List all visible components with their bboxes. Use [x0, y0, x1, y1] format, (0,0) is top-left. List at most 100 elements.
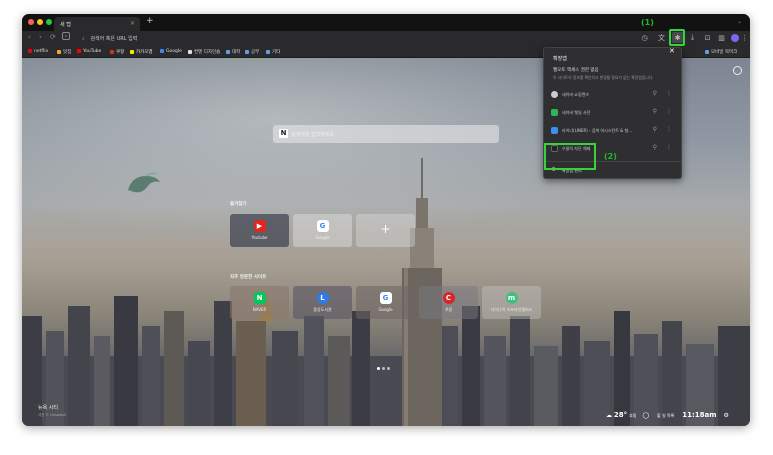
settings-gear-icon[interactable]: ⚙ [723, 412, 728, 419]
chat-bubble-icon[interactable] [733, 66, 742, 75]
bookmark-favicon-icon [130, 50, 134, 54]
bookmark-folder-study[interactable]: 공부 [245, 49, 259, 55]
pin-icon[interactable]: ⚲ [653, 144, 657, 151]
extension-item[interactable]: 네이버 쇼핑렌즈 ⚲ ⋮ [544, 87, 681, 103]
pin-icon[interactable]: ⚲ [653, 108, 657, 115]
tab-close-icon[interactable]: × [130, 20, 135, 27]
tile-label: 중앙도서관 [313, 307, 332, 312]
frequent-tile-naver[interactable]: N NAVER [230, 286, 289, 319]
weather-temp: 28° [613, 411, 628, 419]
youtube-icon: ▶ [253, 220, 266, 232]
tile-label: NAVER [252, 307, 267, 312]
frequent-tile-coupang[interactable]: C 쿠팡 [419, 286, 478, 319]
todo-label[interactable]: 할 일 목록 [657, 413, 674, 418]
close-window-button[interactable] [28, 19, 34, 25]
minimize-window-button[interactable] [37, 19, 43, 25]
bookmark-favicon-icon [28, 49, 32, 53]
browser-window: 새 탭 × + ⌄ ‹ › ⟳ ⌂ ⌕ 검색어 혹은 URL 입력 ◷ 文 ✱ … [22, 14, 750, 426]
extension-item[interactable]: 라이너(LINER) - 검색 어시스턴트 & 형... ⚲ ⋮ [544, 123, 681, 139]
omnibox[interactable]: ⌕ 검색어 혹은 URL 입력 [78, 33, 638, 43]
page-indicator [376, 355, 391, 374]
bookmark-youtube[interactable]: YouTube [77, 49, 101, 54]
bookmark-coupang[interactable]: 쿠팡 [110, 49, 124, 55]
annotation-box-manage [544, 143, 596, 170]
whale-logo-image [128, 172, 160, 193]
toolbar: ‹ › ⟳ ⌂ ⌕ 검색어 혹은 URL 입력 ◷ 文 ✱ ⤓ ⊡ ▥ ⋮ [22, 31, 750, 45]
extensions-panel-subtitle: 웹오토 액세스 권한 없음 [553, 68, 599, 73]
pin-icon[interactable]: ⚲ [653, 126, 657, 133]
folder-icon [245, 50, 249, 54]
favorite-tile-google[interactable]: G Google [293, 214, 352, 247]
capture-icon[interactable]: ⊡ [702, 32, 713, 43]
annotation-label-1: (1) [641, 18, 654, 27]
bookmark-favicon-icon [77, 49, 81, 53]
plus-icon: + [380, 222, 391, 236]
tab-list-chevron-icon[interactable]: ⌄ [737, 18, 742, 25]
bookmark-favicon-icon [188, 50, 192, 54]
page-dot[interactable] [377, 367, 380, 370]
history-clock-icon[interactable]: ◷ [639, 32, 650, 43]
back-button[interactable]: ‹ [28, 33, 31, 41]
naver-icon: N [253, 292, 266, 304]
extension-item[interactable]: 네이버 웨일 사전 ⚲ ⋮ [544, 105, 681, 121]
naver-logo-icon: N [279, 129, 288, 138]
background-location[interactable]: 뉴욕 시티 [38, 404, 58, 411]
extension-icon [551, 91, 558, 98]
forward-button[interactable]: › [39, 33, 42, 41]
frequent-tile-campus[interactable]: m 다이나믹 오프라인캠퍼스 [482, 286, 541, 319]
library-icon: L [316, 292, 329, 304]
bookmark-netflix[interactable]: netflix [28, 49, 48, 54]
tile-label: Google [378, 307, 393, 312]
clock-time: 11:18am [682, 411, 717, 419]
translate-icon[interactable]: 文 [656, 32, 667, 43]
folder-icon [226, 50, 230, 54]
bookmark-kakaomap[interactable]: 카카오맵 [130, 49, 153, 55]
sidebar-toggle-icon[interactable]: ▥ [716, 32, 727, 43]
weather-widget[interactable]: ☁ 28° 흐림 ◯ 할 일 목록 11:18am ⚙ [606, 411, 729, 419]
tile-label: 다이나믹 오프라인캠퍼스 [490, 307, 533, 312]
search-box[interactable]: N 검색어를 입력하세요 [273, 125, 499, 143]
campus-icon: m [505, 292, 518, 304]
new-tab-button[interactable]: + [146, 16, 154, 26]
google-icon: G [379, 292, 392, 304]
page-dot[interactable] [387, 367, 390, 370]
bookmark-design[interactable]: 컨텐 디자인숍 [188, 49, 220, 55]
extension-icon [551, 127, 558, 134]
bookmark-favicon-icon [110, 50, 114, 54]
menu-more-icon[interactable]: ⋮ [739, 32, 750, 43]
bookmark-matjip[interactable]: 맛집 [57, 49, 71, 55]
search-icon: ⌕ [82, 36, 85, 42]
bookmark-folder-university[interactable]: 대학 [226, 49, 240, 55]
maximize-window-button[interactable] [46, 19, 52, 25]
pin-icon[interactable]: ⚲ [653, 90, 657, 97]
tab-new[interactable]: 새 탭 × [54, 17, 140, 31]
tile-label: Youtube [251, 235, 268, 240]
add-favorite-button[interactable]: + [356, 214, 415, 247]
todo-icon[interactable]: ◯ [642, 412, 649, 419]
more-icon[interactable]: ⋮ [666, 144, 672, 151]
omnibox-text: 검색어 혹은 URL 입력 [90, 36, 138, 42]
more-icon[interactable]: ⋮ [666, 108, 672, 115]
tile-label: 쿠팡 [444, 307, 453, 312]
annotation-box-extensions [669, 29, 685, 46]
bookmark-google[interactable]: Google [160, 49, 182, 54]
frequent-tile-library[interactable]: L 중앙도서관 [293, 286, 352, 319]
photo-credit: 사진 © Unsplash [38, 413, 67, 417]
frequent-tile-google[interactable]: G Google [356, 286, 415, 319]
home-icon[interactable]: ⌂ [62, 32, 70, 40]
bookmark-favicon-icon [160, 49, 164, 53]
download-icon[interactable]: ⤓ [687, 32, 698, 43]
close-panel-icon[interactable]: ✕ [669, 47, 675, 55]
more-icon[interactable]: ⋮ [666, 90, 672, 97]
reload-button[interactable]: ⟳ [50, 33, 56, 41]
favorite-tile-youtube[interactable]: ▶ Youtube [230, 214, 289, 247]
extension-icon [551, 109, 558, 116]
bookmark-folder-etc[interactable]: 기타 [266, 49, 280, 55]
search-placeholder: 검색어를 입력하세요 [291, 132, 334, 138]
extensions-panel-desc: 이 사이트의 정보를 확인하고 변경할 필요가 없는 확장앱입니다. [553, 75, 654, 80]
coupang-icon: C [442, 292, 455, 304]
page-dot[interactable] [382, 367, 385, 370]
bottom-bar: 뉴욕 시티 사진 © Unsplash ☁ 28° 흐림 ◯ 할 일 목록 11… [22, 394, 750, 426]
more-icon[interactable]: ⋮ [666, 126, 672, 133]
bookmark-folder-mobile[interactable]: 모바일 북마크 [705, 49, 737, 55]
